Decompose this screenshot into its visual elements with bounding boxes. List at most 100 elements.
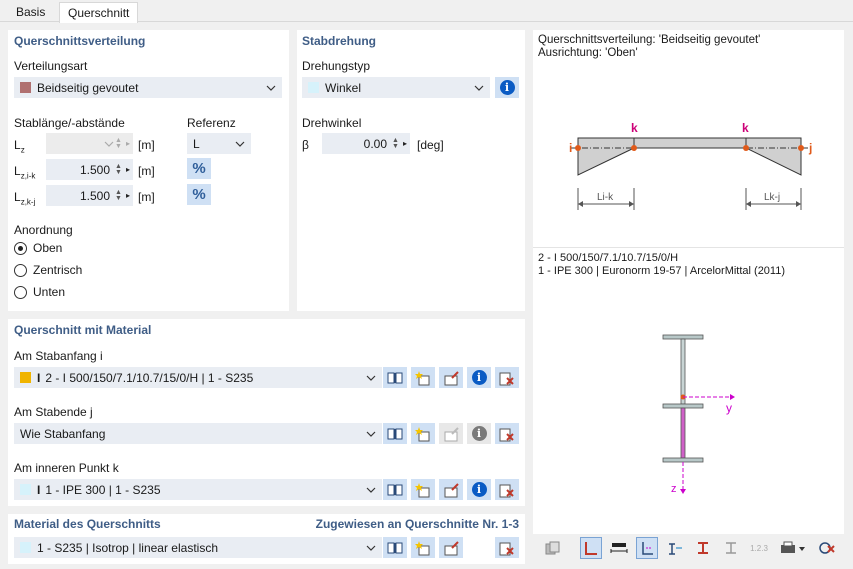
distribution-title: Querschnittsverteilung xyxy=(14,34,146,48)
new-star-icon xyxy=(415,370,430,385)
new-button[interactable] xyxy=(411,367,435,388)
new-button[interactable] xyxy=(411,537,435,558)
distribution-panel: Querschnittsverteilung Verteilungsart Be… xyxy=(8,30,289,311)
chevron-down-icon xyxy=(235,141,245,147)
spin-icon[interactable]: ▲ ▼ xyxy=(391,137,400,150)
library-button[interactable] xyxy=(383,367,407,388)
material-title: Material des Querschnitts xyxy=(14,517,161,531)
print-button[interactable] xyxy=(776,537,810,559)
material-assigned: Zugewiesen an Querschnitte Nr. 1-3 xyxy=(315,517,519,531)
section-shape-button[interactable] xyxy=(692,537,714,559)
principal-axes-button[interactable] xyxy=(664,537,686,559)
rotation-angle-label: Drehwinkel xyxy=(302,116,362,130)
section-line2: 1 - IPE 300 | Euronorm 19-57 | ArcelorMi… xyxy=(538,265,786,277)
local-axes-button[interactable] xyxy=(636,537,658,559)
info-button[interactable]: i xyxy=(467,479,491,500)
color-swatch xyxy=(308,82,319,93)
delete-button[interactable] xyxy=(495,479,519,500)
end-label: Am Stabende j xyxy=(14,405,93,419)
view-frame-button[interactable] xyxy=(580,537,602,559)
tab-basis[interactable]: Basis xyxy=(8,2,53,22)
delete-button[interactable] xyxy=(495,537,519,558)
info-icon: i xyxy=(471,482,487,497)
label-k1: k xyxy=(631,121,638,135)
distribution-type-select[interactable]: Beidseitig gevoutet xyxy=(14,77,282,98)
label-i: i xyxy=(569,141,573,155)
start-section-select[interactable]: I 2 - I 500/150/7.1/10.7/15/0/H | 1 - S2… xyxy=(14,367,382,388)
radio-zentrisch[interactable]: Zentrisch xyxy=(14,263,82,277)
info-button: i xyxy=(467,423,491,444)
dimension-button[interactable] xyxy=(608,537,630,559)
rotation-unit: [deg] xyxy=(417,138,444,152)
spin-icon: ▲ ▼ xyxy=(115,136,122,150)
delete-button[interactable] xyxy=(495,423,519,444)
preview-panel: Querschnittsverteilung: 'Beidseitig gevo… xyxy=(533,30,844,534)
distribution-type-value: Beidseitig gevoutet xyxy=(37,80,139,95)
lz-ik-input[interactable]: 1.500 ▲ ▼ ▸ xyxy=(46,159,133,180)
delete-button[interactable] xyxy=(495,367,519,388)
rotation-panel: Stabdrehung Drehungstyp Winkel i Drehwin… xyxy=(297,30,525,311)
close-view-button[interactable] xyxy=(816,537,838,559)
spin-icon[interactable]: ▲ ▼ xyxy=(114,163,123,176)
edit-button[interactable] xyxy=(439,537,463,558)
chevron-down-icon xyxy=(266,85,276,91)
new-button[interactable] xyxy=(411,423,435,444)
rotation-type-select[interactable]: Winkel xyxy=(302,77,490,98)
delete-icon xyxy=(499,484,514,497)
edit-button[interactable] xyxy=(439,367,463,388)
lz-unit: [m] xyxy=(138,138,155,152)
copy-view-button[interactable] xyxy=(541,537,563,559)
reference-label: Referenz xyxy=(187,116,236,130)
info-button[interactable]: i xyxy=(495,77,519,98)
arrangement-label: Anordnung xyxy=(14,223,73,237)
lz-symbol: Lz xyxy=(14,138,25,155)
chevron-down-icon xyxy=(366,431,376,437)
arrow-right-icon: ▸ xyxy=(125,139,130,148)
new-star-icon xyxy=(415,426,430,441)
lz-ik-symbol: Lz,i-k xyxy=(14,164,36,181)
library-button[interactable] xyxy=(383,479,407,500)
inner-section-select[interactable]: I 1 - IPE 300 | 1 - S235 xyxy=(14,479,382,500)
label-k2: k xyxy=(742,121,749,135)
new-star-icon xyxy=(415,540,430,555)
percent-toggle-button[interactable]: % xyxy=(187,184,211,205)
arrow-right-icon[interactable]: ▸ xyxy=(123,191,133,200)
edit-button xyxy=(439,423,463,444)
lz-kj-input[interactable]: 1.500 ▲ ▼ ▸ xyxy=(46,185,133,206)
tab-querschnitt[interactable]: Querschnitt xyxy=(59,2,139,23)
reference-select[interactable]: L xyxy=(187,133,251,154)
material-select[interactable]: 1 - S235 | Isotrop | linear elastisch xyxy=(14,537,382,558)
rotation-type-label: Drehungstyp xyxy=(302,59,371,73)
distribution-type-label: Verteilungsart xyxy=(14,59,88,73)
arrow-right-icon[interactable]: ▸ xyxy=(123,165,133,174)
book-icon xyxy=(387,542,403,553)
i-beam-icon xyxy=(698,542,708,554)
book-icon xyxy=(387,372,403,383)
new-button[interactable] xyxy=(411,479,435,500)
radio-oben[interactable]: Oben xyxy=(14,241,62,255)
end-section-select[interactable]: Wie Stabanfang xyxy=(14,423,382,444)
spin-icon[interactable]: ▲ ▼ xyxy=(114,189,123,202)
i-beam-outline-icon xyxy=(726,542,736,554)
info-icon: i xyxy=(471,426,487,441)
library-button[interactable] xyxy=(383,423,407,444)
percent-toggle-button[interactable]: % xyxy=(187,158,211,179)
principal-axes-icon xyxy=(669,543,682,555)
inner-label: Am inneren Punkt k xyxy=(14,461,119,475)
section-line1: 2 - I 500/150/7.1/10.7/15/0/H xyxy=(538,252,679,264)
edit-icon xyxy=(444,482,459,497)
rotation-angle-input[interactable]: 0.00 ▲ ▼ ▸ xyxy=(322,133,410,154)
section-panel: Querschnitt mit Material Am Stabanfang i… xyxy=(8,319,525,506)
edit-button[interactable] xyxy=(439,479,463,500)
arrow-right-icon[interactable]: ▸ xyxy=(400,139,410,148)
dimension-icon xyxy=(610,543,628,553)
frame-icon xyxy=(585,542,597,555)
color-swatch xyxy=(20,372,31,383)
library-button[interactable] xyxy=(383,537,407,558)
haunch-diagram xyxy=(571,137,808,210)
radio-unten[interactable]: Unten xyxy=(14,285,65,299)
info-button[interactable]: i xyxy=(467,367,491,388)
beta-symbol: β xyxy=(302,138,309,152)
lz-input: ▲ ▼ ▸ xyxy=(46,133,133,154)
chevron-down-icon xyxy=(104,141,114,147)
